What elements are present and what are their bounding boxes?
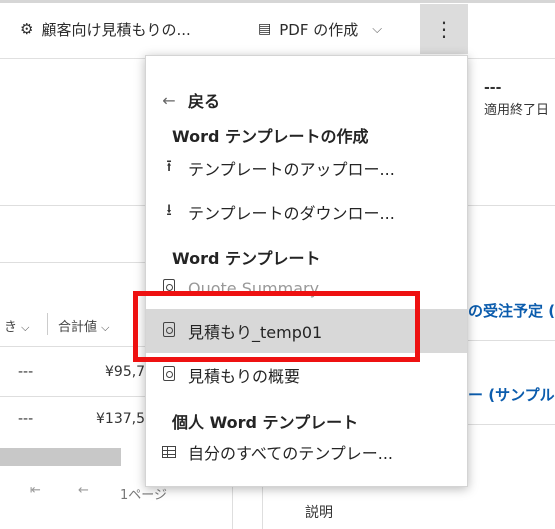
- quote-for-customer-button[interactable]: ⚙ 顧客向け見積もりの...: [20, 14, 191, 44]
- row-1-total: ¥95,7: [105, 364, 146, 380]
- highlight-box: [133, 291, 420, 362]
- chevron-down-icon[interactable]: ⌵: [372, 22, 382, 37]
- arrow-left-icon: ←: [162, 90, 176, 110]
- word-template-menu: ← 戻る Word テンプレートの作成 ⭱ テンプレートのアップロー... ⭳ …: [145, 55, 468, 487]
- upload-template-label: テンプレートのアップロー...: [188, 160, 395, 179]
- create-pdf-button[interactable]: ▤ PDF の作成 ⌵: [258, 14, 382, 44]
- horizontal-scrollbar[interactable]: [0, 448, 121, 466]
- previous-page-icon[interactable]: ←: [78, 483, 89, 498]
- back-menu-item[interactable]: ← 戻る: [146, 78, 467, 122]
- upload-icon: ⭱: [166, 155, 172, 175]
- create-pdf-label: PDF の作成: [279, 20, 359, 39]
- command-bar: ⚙ 顧客向け見積もりの... ▤ PDF の作成 ⌵ ⋮: [0, 0, 555, 59]
- effective-to-label: 適用終了日: [484, 103, 550, 118]
- description-label: 説明: [305, 505, 333, 521]
- related-link-1[interactable]: の受注予定 (: [468, 300, 555, 321]
- puzzle-icon: ⚙: [20, 20, 34, 38]
- table-icon: [160, 443, 178, 462]
- download-template-menu-item[interactable]: ⭳ テンプレートのダウンロー...: [146, 190, 467, 234]
- column-header-total[interactable]: 合計値 ⌵: [58, 316, 110, 335]
- all-my-templates-menu-item[interactable]: 自分のすべてのテンプレー...: [146, 430, 467, 474]
- all-my-templates-label: 自分のすべてのテンプレー...: [188, 444, 394, 463]
- document-icon: [160, 365, 178, 385]
- quote-overview-label: 見積もりの概要: [188, 367, 301, 386]
- related-link-2[interactable]: ー (サンプル: [468, 384, 555, 405]
- column-header-partial[interactable]: き ⌵: [4, 316, 30, 335]
- download-template-label: テンプレートのダウンロー...: [188, 204, 395, 223]
- create-word-template-heading: Word テンプレートの作成: [172, 127, 369, 146]
- top-divider: [0, 0, 555, 3]
- quote-for-customer-label: 顧客向け見積もりの...: [41, 20, 191, 39]
- more-vertical-icon: ⋮: [434, 17, 454, 41]
- status-dash: ---: [484, 80, 502, 96]
- download-icon: ⭳: [166, 199, 172, 219]
- row-1-dash: ---: [18, 364, 34, 380]
- first-page-icon[interactable]: ⇤: [30, 483, 41, 498]
- more-commands-button[interactable]: ⋮: [420, 4, 468, 54]
- back-label: 戻る: [188, 92, 221, 111]
- column-separator: [47, 313, 48, 335]
- chevron-down-icon: ⌵: [21, 321, 30, 334]
- row-2-dash: ---: [18, 411, 34, 427]
- row-2-total: ¥137,5: [96, 411, 145, 427]
- pdf-icon: ▤: [258, 21, 272, 37]
- chevron-down-icon: ⌵: [101, 321, 110, 334]
- upload-template-menu-item[interactable]: ⭱ テンプレートのアップロー...: [146, 146, 467, 190]
